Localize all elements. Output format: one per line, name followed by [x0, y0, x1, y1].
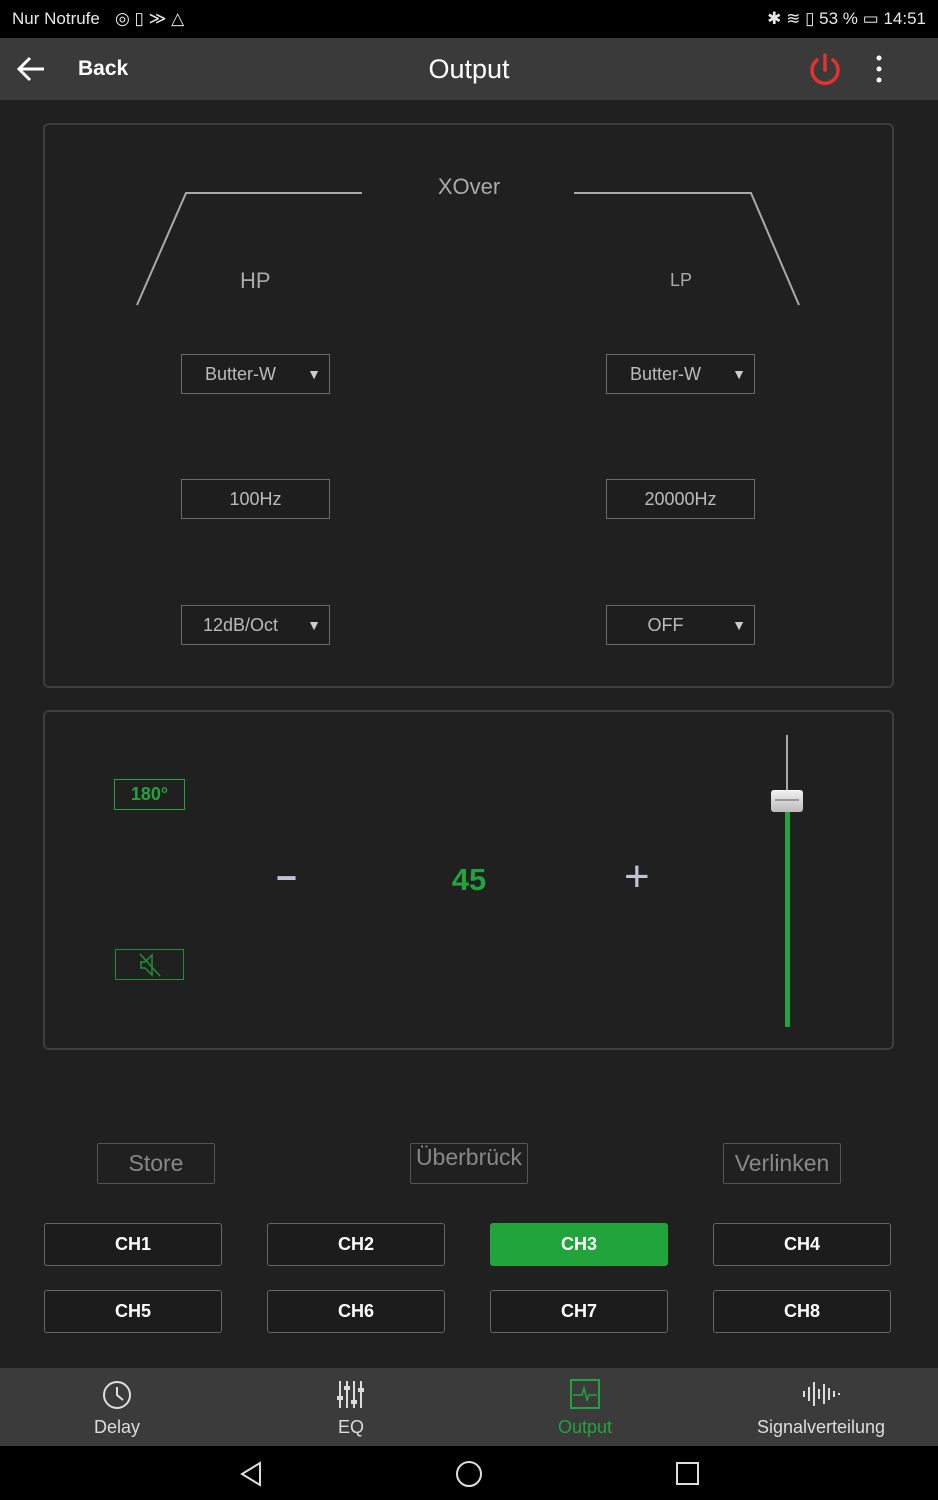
nav-eq[interactable]: EQ [234, 1368, 468, 1446]
slider-fill [785, 805, 790, 1027]
phase-180-button[interactable]: 180° [114, 779, 185, 810]
channel-button-ch3[interactable]: CH3 [490, 1223, 668, 1266]
channel-button-ch6[interactable]: CH6 [267, 1290, 445, 1333]
dropdown-arrow-icon: ▼ [732, 617, 746, 633]
back-triangle-icon[interactable] [238, 1460, 264, 1488]
clock-icon [103, 1381, 131, 1409]
lp-slope-dropdown[interactable]: OFF ▼ [606, 605, 755, 645]
xover-curve-graphic [136, 192, 800, 306]
speaker-muted-icon [138, 952, 161, 977]
sliders-icon [337, 1381, 364, 1408]
channel-button-ch5[interactable]: CH5 [44, 1290, 222, 1333]
nav-delay[interactable]: Delay [0, 1368, 234, 1446]
waveform-icon [803, 1382, 840, 1406]
lp-type-dropdown[interactable]: Butter-W ▼ [606, 354, 755, 394]
hp-type-dropdown[interactable]: Butter-W ▼ [181, 354, 330, 394]
slider-thumb[interactable] [771, 790, 803, 813]
hp-label: HP [240, 268, 271, 293]
channel-button-ch7[interactable]: CH7 [490, 1290, 668, 1333]
dropdown-arrow-icon: ▼ [732, 366, 746, 382]
channel-button-ch8[interactable]: CH8 [713, 1290, 891, 1333]
nav-output[interactable]: Output [468, 1368, 702, 1446]
channel-button-ch2[interactable]: CH2 [267, 1223, 445, 1266]
mute-button[interactable] [115, 949, 184, 980]
home-circle-icon[interactable] [454, 1459, 484, 1489]
hp-slope-dropdown[interactable]: 12dB/Oct ▼ [181, 605, 330, 645]
system-nav-bar [0, 1446, 938, 1500]
output-icon [570, 1379, 600, 1409]
hp-frequency-input[interactable]: 100Hz [181, 479, 330, 519]
bottom-nav: Delay EQ Output Signalverteilung [0, 1368, 938, 1446]
dropdown-arrow-icon: ▼ [307, 366, 321, 382]
increase-button[interactable]: + [624, 852, 650, 902]
bridge-button[interactable]: Überbrück [410, 1143, 528, 1184]
link-button[interactable]: Verlinken [723, 1143, 841, 1184]
dropdown-arrow-icon: ▼ [307, 617, 321, 633]
lp-label: LP [670, 270, 693, 290]
recents-square-icon[interactable] [675, 1461, 701, 1487]
nav-signalverteilung[interactable]: Signalverteilung [704, 1368, 938, 1446]
channel-button-ch1[interactable]: CH1 [44, 1223, 222, 1266]
lp-frequency-input[interactable]: 20000Hz [606, 479, 755, 519]
store-button[interactable]: Store [97, 1143, 215, 1184]
channel-button-ch4[interactable]: CH4 [713, 1223, 891, 1266]
xover-title: XOver [437, 174, 501, 199]
gain-slider[interactable] [770, 735, 804, 1027]
